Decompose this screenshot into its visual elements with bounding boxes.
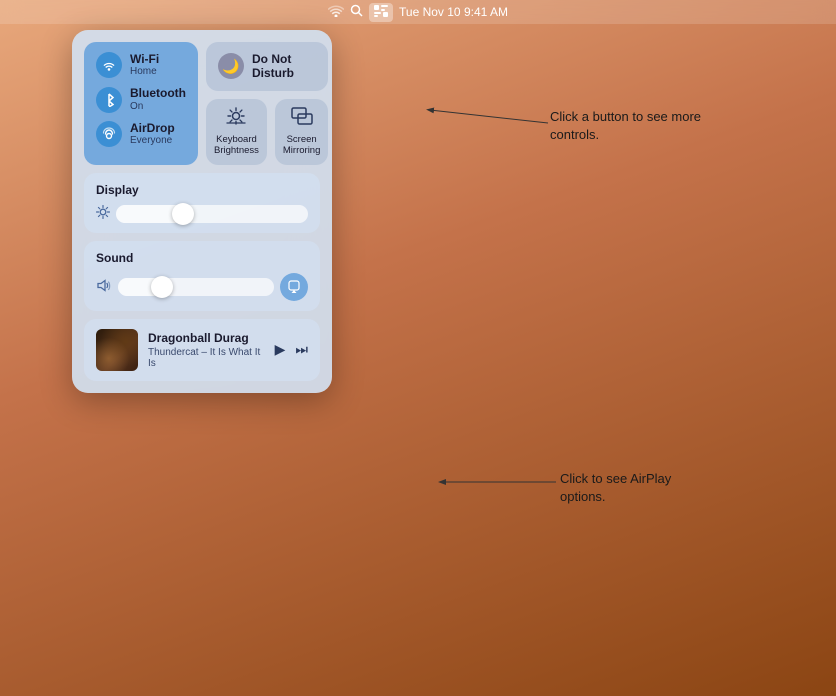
control-center-panel: Wi-Fi Home Bluetooth On (72, 30, 332, 393)
airdrop-text: AirDrop Everyone (130, 121, 175, 147)
menubar: Tue Nov 10 9:41 AM (0, 0, 836, 24)
search-icon[interactable] (350, 4, 363, 20)
screen-mirroring-icon (291, 107, 313, 130)
keyboard-brightness-icon (225, 107, 247, 130)
display-slider-row (96, 205, 308, 223)
icon-row: Keyboard Brightness Screen Mirroring (206, 99, 328, 165)
menubar-time: Tue Nov 10 9:41 AM (399, 5, 508, 19)
bluetooth-text: Bluetooth On (130, 86, 186, 112)
screen-mirroring-tile[interactable]: Screen Mirroring (275, 99, 328, 165)
music-title: Dragonball Durag (148, 331, 265, 345)
airdrop-icon-circle (96, 121, 122, 147)
dnd-tile[interactable]: 🌙 Do Not Disturb (206, 42, 328, 91)
bluetooth-icon-circle (96, 87, 122, 113)
music-info: Dragonball Durag Thundercat – It Is What… (148, 331, 265, 369)
music-artist: Thundercat – It Is What It Is (148, 347, 265, 369)
music-card: Dragonball Durag Thundercat – It Is What… (84, 319, 320, 381)
airdrop-item[interactable]: AirDrop Everyone (96, 121, 186, 147)
wifi-icon (328, 4, 344, 20)
airplay-button[interactable] (280, 273, 308, 301)
top-row: Wi-Fi Home Bluetooth On (84, 42, 320, 165)
keyboard-brightness-tile[interactable]: Keyboard Brightness (206, 99, 267, 165)
keyboard-brightness-label: Keyboard Brightness (214, 134, 259, 157)
volume-icon (96, 279, 112, 295)
dnd-text: Do Not Disturb (252, 52, 294, 81)
right-col: 🌙 Do Not Disturb (206, 42, 328, 165)
sound-slider[interactable] (118, 278, 274, 296)
dnd-icon-circle: 🌙 (218, 53, 244, 79)
brightness-icon (96, 205, 110, 222)
sound-slider-row (96, 273, 308, 301)
wifi-item[interactable]: Wi-Fi Home (96, 52, 186, 78)
display-section: Display (84, 173, 320, 233)
wifi-text: Wi-Fi Home (130, 52, 159, 78)
menubar-center: Tue Nov 10 9:41 AM (328, 3, 508, 22)
bluetooth-item[interactable]: Bluetooth On (96, 86, 186, 112)
music-controls: ▶ ⏭ (275, 341, 308, 358)
sound-title: Sound (96, 251, 308, 265)
sound-section: Sound (84, 241, 320, 311)
forward-button[interactable]: ⏭ (295, 341, 308, 358)
display-title: Display (96, 183, 308, 197)
screen-mirroring-label: Screen Mirroring (283, 134, 320, 157)
play-button[interactable]: ▶ (275, 341, 286, 358)
wifi-icon-circle (96, 52, 122, 78)
display-slider[interactable] (116, 205, 308, 223)
album-art (96, 329, 138, 371)
annotation-callout-2: Click to see AirPlay options. (560, 470, 720, 506)
control-center-icon[interactable] (369, 3, 393, 22)
annotation-callout-1: Click a button to see more controls. (550, 108, 720, 144)
network-tile[interactable]: Wi-Fi Home Bluetooth On (84, 42, 198, 165)
